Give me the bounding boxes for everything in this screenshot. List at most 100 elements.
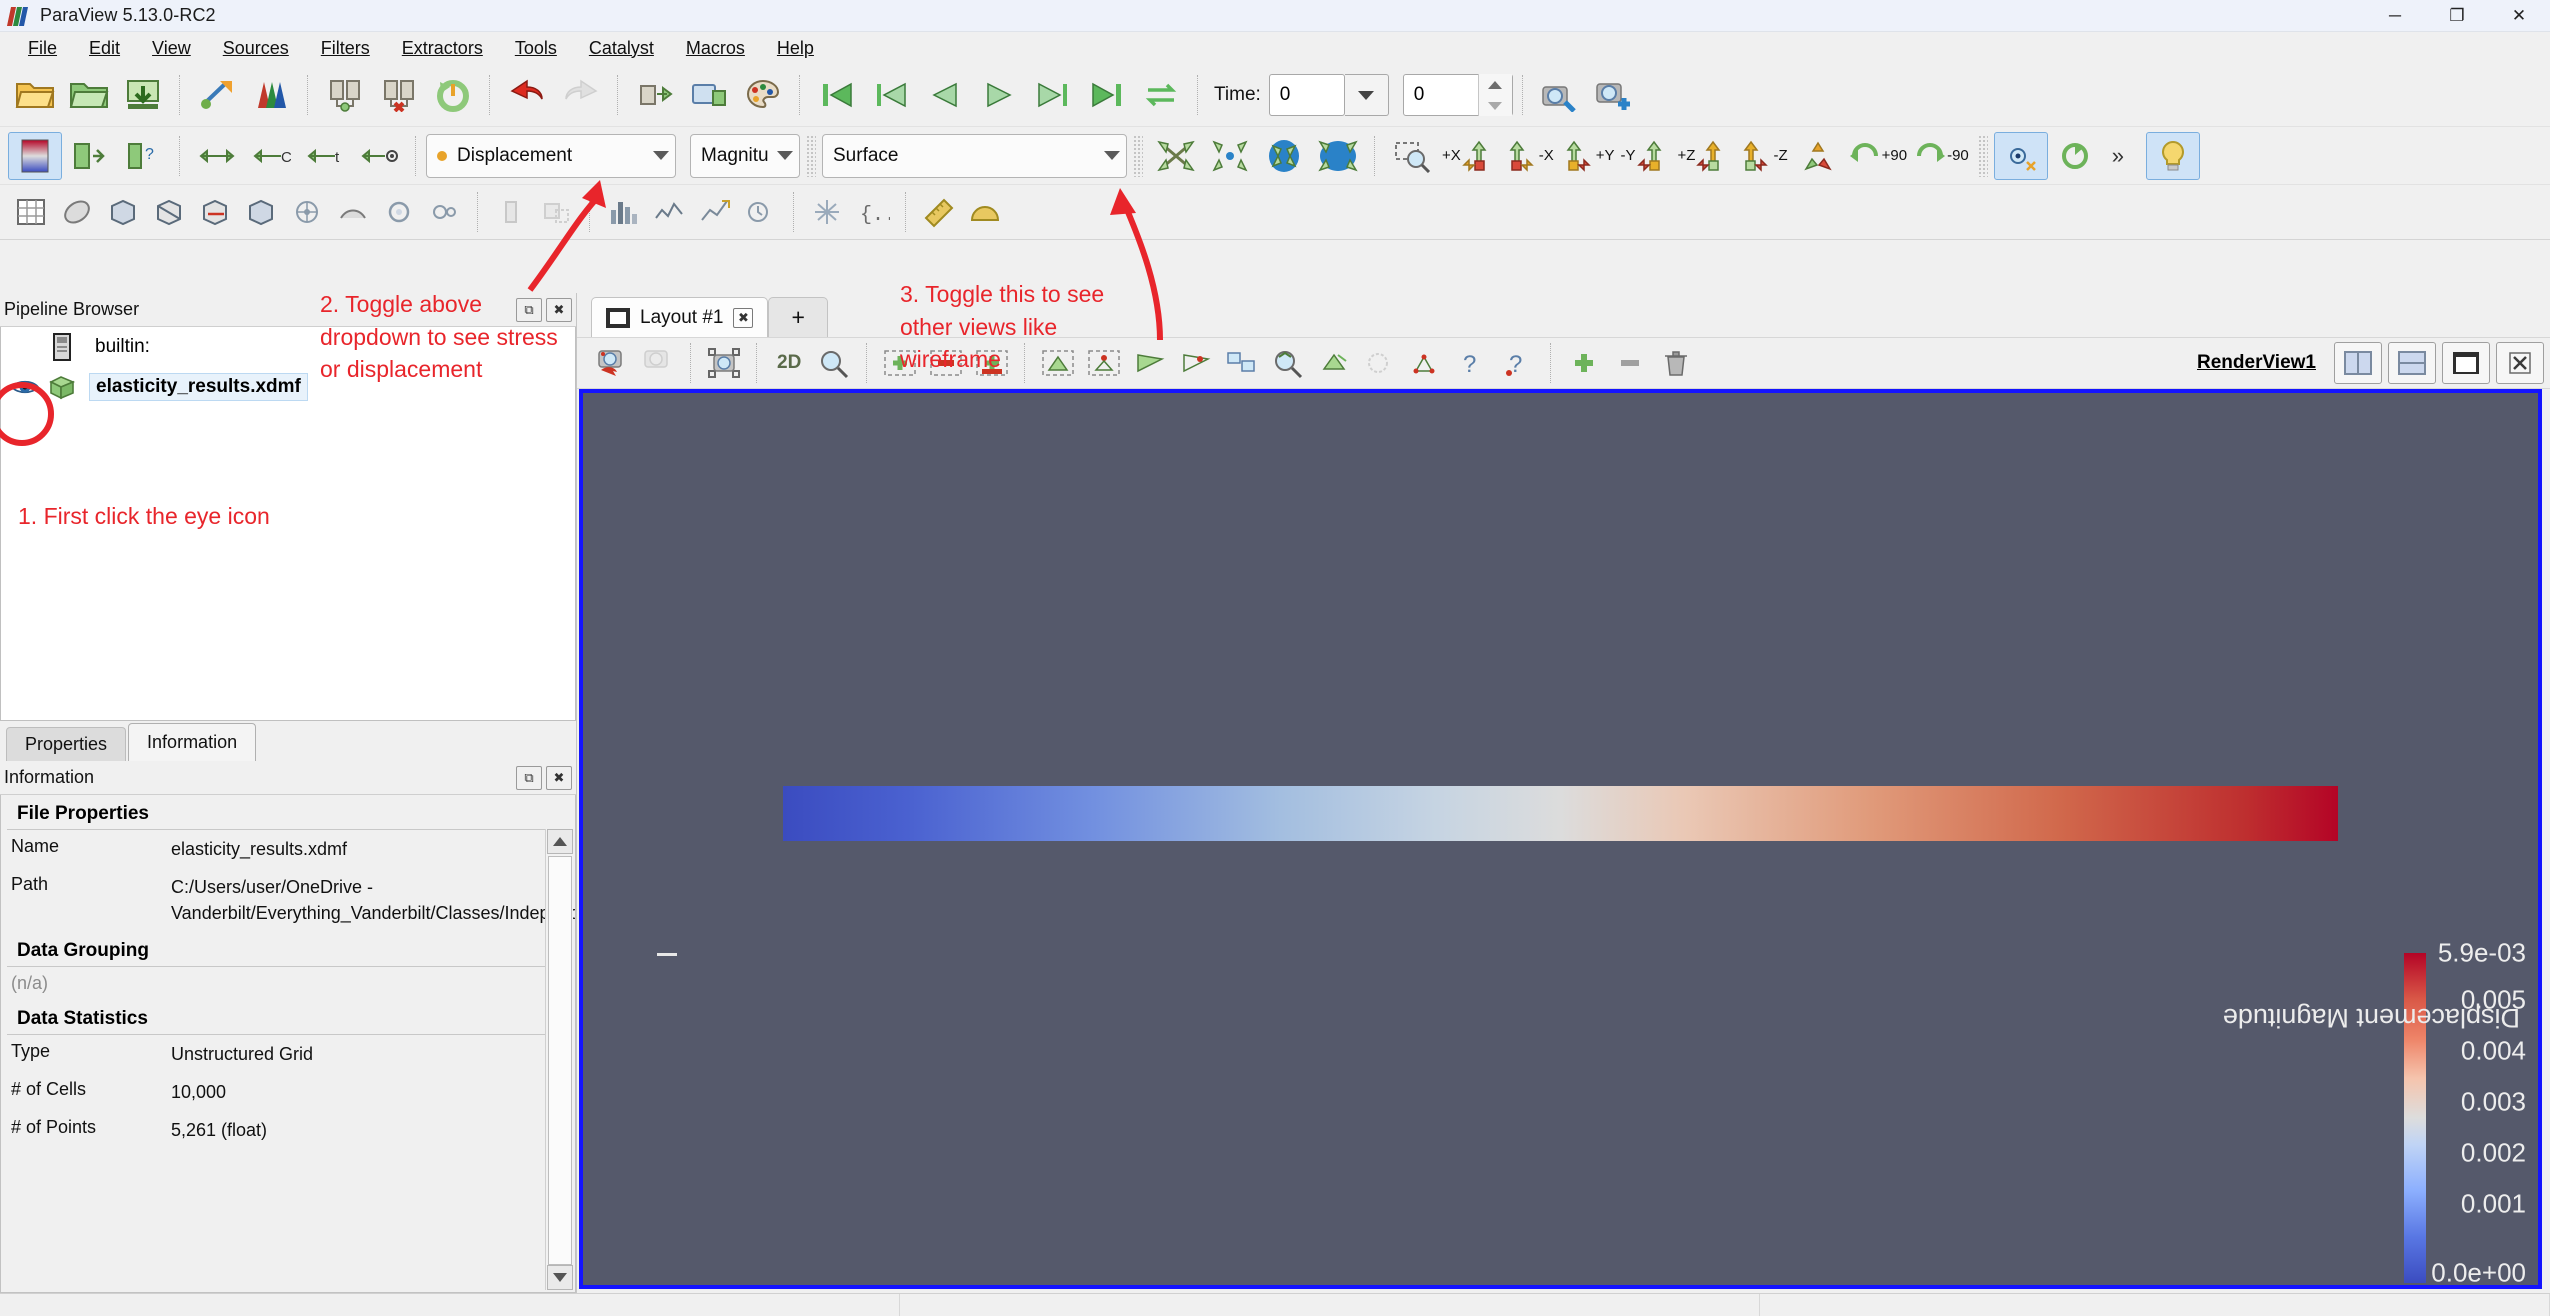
redo-icon[interactable] bbox=[554, 71, 608, 119]
play-icon[interactable] bbox=[972, 71, 1026, 119]
menu-help[interactable]: Help bbox=[761, 34, 830, 63]
pipeline-close-icon[interactable]: ✖ bbox=[546, 297, 572, 322]
reset-center-of-rotation-icon[interactable] bbox=[2048, 132, 2102, 180]
menu-catalyst[interactable]: Catalyst bbox=[573, 34, 670, 63]
select-surface-cells-icon[interactable] bbox=[1035, 341, 1081, 385]
undo-camera-icon[interactable] bbox=[589, 341, 635, 385]
rotate-plus-90-button[interactable]: +90 bbox=[1845, 132, 1910, 180]
render-view-name[interactable]: RenderView1 bbox=[2197, 352, 2316, 374]
menu-tools[interactable]: Tools bbox=[499, 34, 573, 63]
camera-settings-icon[interactable] bbox=[1533, 71, 1587, 119]
camera-plus-z-button[interactable]: +Z bbox=[1675, 132, 1735, 180]
select-cells-plus-icon[interactable] bbox=[969, 341, 1015, 385]
protractor-icon[interactable] bbox=[962, 190, 1008, 234]
ruler-icon[interactable] bbox=[916, 190, 962, 234]
open-file-icon[interactable] bbox=[8, 71, 62, 119]
toggle-2d-3d-button[interactable]: 2D bbox=[767, 339, 811, 387]
light-kit-icon[interactable] bbox=[2146, 131, 2201, 180]
scroll-up-icon[interactable] bbox=[546, 829, 573, 855]
slice-icon[interactable] bbox=[192, 190, 238, 234]
toolbar-overflow-button[interactable]: » bbox=[2102, 143, 2134, 169]
menu-macros[interactable]: Macros bbox=[670, 34, 761, 63]
first-frame-icon[interactable] bbox=[810, 71, 864, 119]
rescale-custom-range-icon[interactable]: ? bbox=[116, 132, 170, 180]
play-reverse-icon[interactable] bbox=[918, 71, 972, 119]
save-data-icon[interactable] bbox=[116, 71, 170, 119]
frustum-points-icon[interactable] bbox=[1173, 341, 1219, 385]
extract-subset-icon[interactable] bbox=[284, 190, 330, 234]
camera-minus-y-button[interactable]: -Y bbox=[1618, 132, 1675, 180]
rotate-minus-90-button[interactable]: -90 bbox=[1910, 132, 1972, 180]
plot-over-time-icon[interactable] bbox=[738, 190, 784, 234]
glyph-icon[interactable] bbox=[330, 190, 376, 234]
maximize-view-button[interactable] bbox=[2442, 342, 2490, 384]
redo-camera-icon[interactable] bbox=[635, 341, 681, 385]
camera-minus-x-button[interactable]: -X bbox=[1500, 132, 1557, 180]
scale-x-icon[interactable] bbox=[190, 132, 244, 180]
histogram-icon[interactable] bbox=[600, 190, 646, 234]
camera-plus-x-button[interactable]: +X bbox=[1439, 132, 1500, 180]
scroll-down-icon[interactable] bbox=[546, 1264, 573, 1290]
menu-view[interactable]: View bbox=[136, 34, 207, 63]
recent-files-icon[interactable] bbox=[62, 71, 116, 119]
zoom-select-icon[interactable] bbox=[811, 341, 857, 385]
camera-link-icon[interactable] bbox=[682, 71, 736, 119]
scale-c-icon[interactable]: C bbox=[244, 132, 298, 180]
subtract-selection-icon[interactable] bbox=[1607, 341, 1653, 385]
information-scrollbar[interactable] bbox=[545, 829, 573, 1290]
reset-camera-icon[interactable] bbox=[1149, 132, 1203, 180]
close-view-button[interactable] bbox=[2496, 342, 2544, 384]
representation-dropdown[interactable]: Surface bbox=[822, 133, 1127, 178]
camera-plus-y-button[interactable]: +Y bbox=[1557, 132, 1618, 180]
clip-icon[interactable] bbox=[146, 190, 192, 234]
scale-t-icon[interactable]: t bbox=[298, 132, 352, 180]
maximize-button[interactable]: ❐ bbox=[2426, 0, 2488, 32]
programmable-filter-icon[interactable]: {..} bbox=[850, 190, 896, 234]
layout-tab-close-icon[interactable]: ✖ bbox=[733, 307, 754, 328]
pipeline-item-dataset[interactable]: elasticity_results.xdmf bbox=[1, 367, 575, 407]
interactive-select-icon[interactable] bbox=[1265, 341, 1311, 385]
spreadsheet-view-icon[interactable] bbox=[8, 190, 54, 234]
previous-frame-icon[interactable] bbox=[864, 71, 918, 119]
show-center-axes-icon[interactable] bbox=[1993, 131, 2048, 180]
loop-icon[interactable] bbox=[1134, 71, 1188, 119]
contour-icon[interactable] bbox=[100, 190, 146, 234]
split-horizontal-button[interactable] bbox=[2334, 342, 2382, 384]
calculator-icon[interactable] bbox=[54, 190, 100, 234]
frame-index-input[interactable]: 0 bbox=[1402, 74, 1513, 116]
menu-edit[interactable]: Edit bbox=[73, 34, 136, 63]
rotate-camera-axes-icon[interactable] bbox=[1791, 132, 1845, 180]
next-frame-icon[interactable] bbox=[1026, 71, 1080, 119]
reset-camera-closest-icon[interactable] bbox=[1257, 132, 1311, 180]
menu-sources[interactable]: Sources bbox=[207, 34, 305, 63]
camera-minus-z-button[interactable]: -Z bbox=[1734, 132, 1790, 180]
help-query-icon[interactable]: ? bbox=[1449, 341, 1495, 385]
color-palette-icon[interactable] bbox=[736, 71, 790, 119]
connect-icon[interactable] bbox=[190, 71, 244, 119]
threshold-icon[interactable] bbox=[238, 190, 284, 234]
menu-extractors[interactable]: Extractors bbox=[386, 34, 499, 63]
minimize-button[interactable]: ─ bbox=[2364, 0, 2426, 32]
pipeline-browser[interactable]: builtin: elasticity_results.xdmf bbox=[0, 327, 576, 721]
undo-icon[interactable] bbox=[500, 71, 554, 119]
menu-file[interactable]: File bbox=[12, 34, 73, 63]
tab-properties[interactable]: Properties bbox=[6, 727, 127, 761]
python-calculator-icon[interactable] bbox=[804, 190, 850, 234]
time-value-input[interactable]: 0 bbox=[1268, 74, 1345, 116]
group-datasets-icon[interactable] bbox=[488, 190, 534, 234]
information-close-icon[interactable]: ✖ bbox=[546, 765, 572, 790]
toolbar-grip[interactable] bbox=[1133, 134, 1143, 177]
stream-tracer-icon[interactable] bbox=[376, 190, 422, 234]
hover-cells-icon[interactable] bbox=[1357, 341, 1403, 385]
select-surface-points-icon[interactable] bbox=[1081, 341, 1127, 385]
warp-icon[interactable] bbox=[422, 190, 468, 234]
select-blocks-icon[interactable] bbox=[1219, 341, 1265, 385]
plot-data-icon[interactable] bbox=[692, 190, 738, 234]
layout-tab-1[interactable]: Layout #1 ✖ bbox=[591, 297, 769, 337]
connect-server-icon[interactable] bbox=[318, 71, 372, 119]
toolbar-grip[interactable] bbox=[806, 134, 816, 177]
information-undock-icon[interactable]: ⧉ bbox=[516, 765, 542, 790]
frustum-cells-icon[interactable] bbox=[1127, 341, 1173, 385]
clear-selection-icon[interactable] bbox=[1653, 341, 1699, 385]
rescale-to-data-icon[interactable] bbox=[62, 132, 116, 180]
